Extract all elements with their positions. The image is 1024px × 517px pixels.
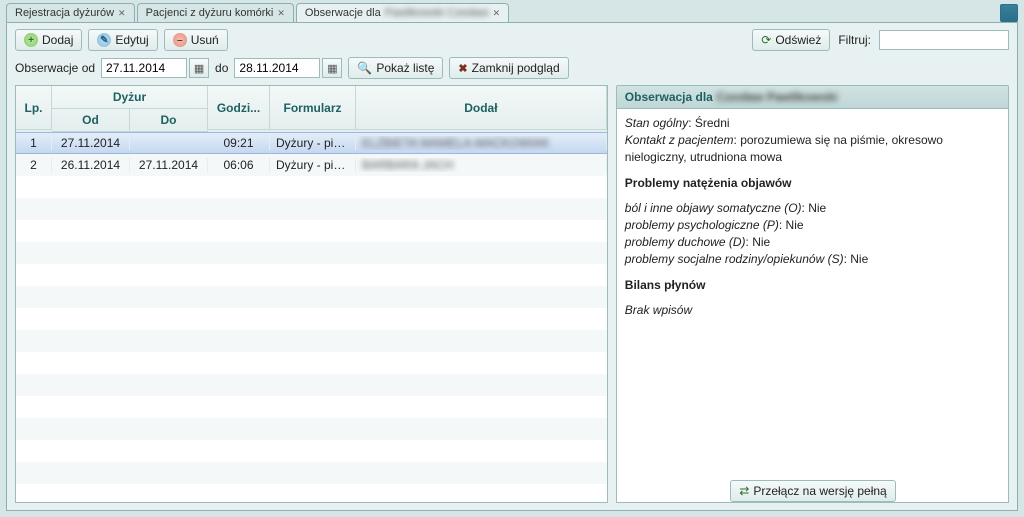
from-label: Obserwacje od bbox=[15, 61, 95, 75]
duch-value: Nie bbox=[752, 235, 770, 249]
add-button[interactable]: + Dodaj bbox=[15, 29, 82, 51]
close-preview-button[interactable]: ✖ Zamknij podgląd bbox=[449, 57, 568, 79]
cell-time: 06:06 bbox=[208, 158, 270, 172]
col-duty[interactable]: Dyżur bbox=[52, 86, 208, 109]
calendar-icon[interactable]: ▦ bbox=[322, 58, 342, 78]
col-added-by[interactable]: Dodał bbox=[356, 86, 607, 130]
detail-header: Obserwacja dla Czesław Pawlikowski bbox=[616, 85, 1009, 108]
button-label: Odśwież bbox=[775, 33, 821, 47]
tab-label-name: Pawlikowski Czesław bbox=[385, 7, 489, 19]
tab-bar: Rejestracja dyżurów ✕ Pacjenci z dyżuru … bbox=[0, 0, 1024, 22]
search-icon: 🔍 bbox=[357, 61, 372, 75]
stan-label: Stan ogólny bbox=[625, 116, 688, 130]
main-panel: + Dodaj ✎ Edytuj – Usuń Obserwacje od ▦ bbox=[6, 22, 1018, 511]
cell-added-by: ELŻBIETA MAMELA-MAĆKOWIAK bbox=[356, 136, 607, 150]
psych-label: problemy psychologiczne (P) bbox=[625, 218, 779, 232]
cell-lp: 2 bbox=[16, 158, 52, 172]
to-label: do bbox=[215, 61, 228, 75]
kontakt-label: Kontakt z pacjentem bbox=[625, 133, 734, 147]
sec-problems: Problemy natężenia objawów bbox=[625, 175, 1000, 192]
col-time[interactable]: Godzi... bbox=[208, 86, 270, 130]
cell-added-by: BARBARA JACH bbox=[356, 158, 607, 172]
table-header: Lp. Dyżur Od Do Godzi... Formularz Dodał bbox=[16, 86, 607, 132]
filter-input[interactable] bbox=[879, 30, 1009, 50]
cell-form: Dyżury - pielęgn bbox=[270, 136, 356, 150]
cell-do: 27.11.2014 bbox=[130, 158, 208, 172]
observations-table: Lp. Dyżur Od Do Godzi... Formularz Dodał bbox=[15, 85, 608, 503]
tab-label: Pacjenci z dyżuru komórki bbox=[146, 7, 274, 19]
action-toolbar: + Dodaj ✎ Edytuj – Usuń bbox=[7, 23, 577, 57]
button-label: Dodaj bbox=[42, 33, 73, 47]
date-filter-row: Obserwacje od ▦ do ▦ 🔍 Pokaż listę ✖ Zam… bbox=[7, 57, 577, 85]
stan-value: Średni bbox=[695, 116, 730, 130]
show-list-button[interactable]: 🔍 Pokaż listę bbox=[348, 57, 443, 79]
x-icon: ✖ bbox=[458, 62, 467, 75]
edit-button[interactable]: ✎ Edytuj bbox=[88, 29, 157, 51]
to-date-input[interactable] bbox=[234, 58, 320, 78]
delete-button[interactable]: – Usuń bbox=[164, 29, 228, 51]
tab-obserwacje[interactable]: Obserwacje dla Pawlikowski Czesław ✕ bbox=[296, 3, 509, 22]
close-icon[interactable]: ✕ bbox=[277, 8, 285, 19]
cell-form: Dyżury - pielęgn bbox=[270, 158, 356, 172]
cell-time: 09:21 bbox=[208, 136, 270, 150]
pencil-icon: ✎ bbox=[97, 33, 111, 47]
duch-label: problemy duchowe (D) bbox=[625, 235, 746, 249]
tab-rejestracja[interactable]: Rejestracja dyżurów ✕ bbox=[6, 3, 135, 22]
cell-od: 27.11.2014 bbox=[52, 136, 130, 150]
table-row[interactable]: 127.11.2014 09:21Dyżury - pielęgnELŻBIETA… bbox=[16, 132, 607, 154]
tab-label: Rejestracja dyżurów bbox=[15, 7, 114, 19]
button-label: Usuń bbox=[191, 33, 219, 47]
button-label: Przełącz na wersję pełną bbox=[753, 484, 886, 498]
refresh-button[interactable]: ⟳ Odśwież bbox=[752, 29, 830, 51]
col-form[interactable]: Formularz bbox=[270, 86, 356, 130]
bol-label: ból i inne objawy somatyczne (O) bbox=[625, 201, 802, 215]
minus-icon: – bbox=[173, 33, 187, 47]
window-control-icon[interactable] bbox=[1000, 4, 1018, 22]
detail-header-name: Czesław Pawlikowski bbox=[716, 90, 837, 104]
close-icon[interactable]: ✕ bbox=[118, 8, 126, 19]
button-label: Edytuj bbox=[115, 33, 148, 47]
table-row[interactable]: 226.11.201427.11.201406:06Dyżury - pielę… bbox=[16, 154, 607, 176]
col-od[interactable]: Od bbox=[52, 109, 130, 132]
close-icon[interactable]: ✕ bbox=[493, 8, 501, 19]
cell-lp: 1 bbox=[16, 136, 52, 150]
psych-value: Nie bbox=[786, 218, 804, 232]
cell-od: 26.11.2014 bbox=[52, 158, 130, 172]
col-do[interactable]: Do bbox=[130, 109, 208, 132]
bilans-empty: Brak wpisów bbox=[625, 302, 1000, 319]
detail-panel: Stan ogólny: Średni Kontakt z pacjentem:… bbox=[616, 108, 1009, 503]
button-label: Zamknij podgląd bbox=[472, 61, 560, 75]
button-label: Pokaż listę bbox=[376, 61, 434, 75]
col-lp[interactable]: Lp. bbox=[16, 86, 52, 130]
table-body: 127.11.201409:21Dyżury - pielęgnELŻBIETA… bbox=[16, 132, 607, 502]
soc-label: problemy socjalne rodziny/opiekunów (S) bbox=[625, 252, 844, 266]
switch-full-button[interactable]: ⇄ Przełącz na wersję pełną bbox=[730, 480, 895, 502]
switch-icon: ⇄ bbox=[739, 484, 749, 498]
refresh-icon: ⟳ bbox=[761, 33, 771, 47]
detail-header-prefix: Obserwacja dla bbox=[625, 90, 713, 104]
tab-pacjenci[interactable]: Pacjenci z dyżuru komórki ✕ bbox=[137, 3, 294, 22]
calendar-icon[interactable]: ▦ bbox=[189, 58, 209, 78]
sec-bilans: Bilans płynów bbox=[625, 277, 1000, 294]
bol-value: Nie bbox=[808, 201, 826, 215]
plus-icon: + bbox=[24, 33, 38, 47]
filter-label: Filtruj: bbox=[838, 33, 871, 47]
soc-value: Nie bbox=[850, 252, 868, 266]
right-toolbar: ⟳ Odśwież Filtruj: bbox=[752, 23, 1017, 51]
tab-label-prefix: Obserwacje dla bbox=[305, 7, 381, 19]
from-date-input[interactable] bbox=[101, 58, 187, 78]
